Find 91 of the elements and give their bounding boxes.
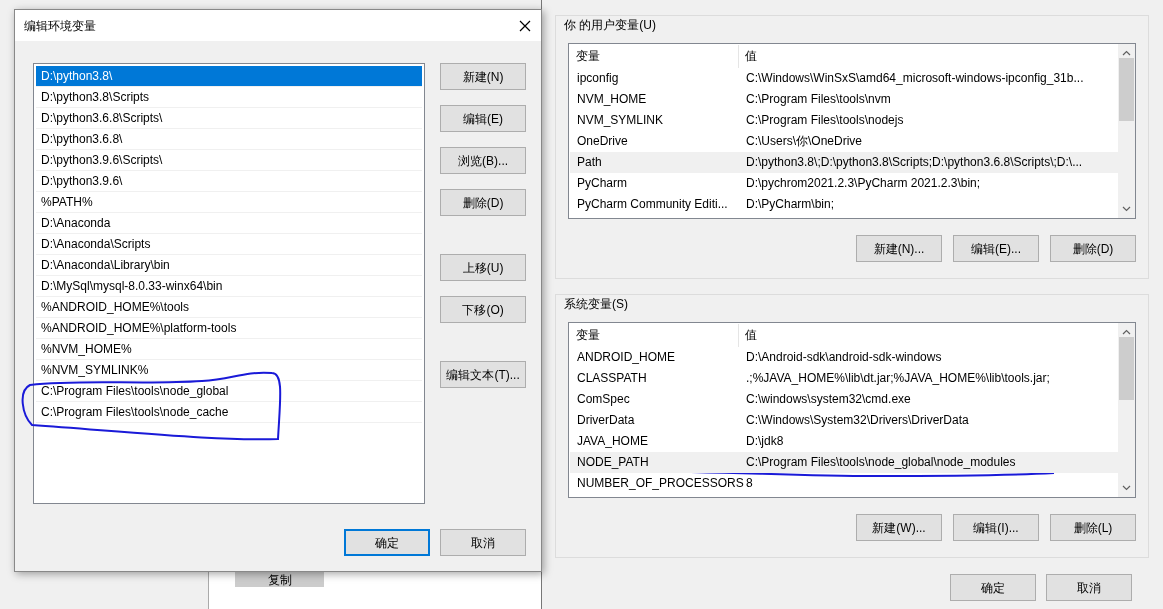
table-cell-text: D:\python3.8\;D:\python3.8\Scripts;D:\python3.6.8\Scripts\;D:\... xyxy=(745,154,1083,171)
list-item[interactable]: %ANDROID_HOME%\platform-tools xyxy=(36,318,423,339)
table-row[interactable]: OneDrive C:\Users\你\OneDrive xyxy=(570,131,1118,152)
list-item[interactable]: %PATH% xyxy=(36,192,423,213)
table-cell-text: C:\Windows\System32\Drivers\DriverData xyxy=(745,412,969,429)
table-cell-text: D:\Android-sdk\android-sdk-windows xyxy=(745,349,942,366)
table-cell-text: NODE_PATH xyxy=(576,454,650,471)
scroll-thumb[interactable] xyxy=(1119,58,1134,121)
table-cell-text: ComSpec xyxy=(576,391,631,408)
table-cell-text: CLASSPATH xyxy=(576,370,648,387)
group-label: 系统变量(S) xyxy=(562,295,630,313)
table-row[interactable]: NVM_SYMLINK C:\Program Files\tools\nodejs xyxy=(570,110,1118,131)
window-title: 编辑环境变量 xyxy=(24,17,96,35)
list-item[interactable]: D:\python3.8\Scripts xyxy=(36,87,423,108)
list-item[interactable]: D:\python3.9.6\Scripts\ xyxy=(36,150,423,171)
column-header[interactable]: 变量 xyxy=(570,324,739,347)
list-item[interactable]: D:\python3.8\ xyxy=(36,66,423,87)
table-cell-text: C:\Program Files\tools\nodejs xyxy=(745,112,904,129)
list-item[interactable]: D:\Anaconda\Scripts xyxy=(36,234,423,255)
list-item[interactable]: D:\python3.6.8\Scripts\ xyxy=(36,108,423,129)
scroll-thumb[interactable] xyxy=(1119,337,1134,400)
table-cell-text: ipconfig xyxy=(576,70,620,87)
table-cell-text: C:\Windows\WinSxS\amd64_microsoft-windows-ipconfig_31b... xyxy=(745,70,1084,87)
scrollbar[interactable] xyxy=(1118,44,1135,218)
table-cell-text: OneDrive xyxy=(576,133,629,150)
action-button[interactable]: 浏览(B)... xyxy=(440,147,526,174)
column-header[interactable]: 值 xyxy=(739,45,757,68)
table-row[interactable]: NUMBER_OF_PROCESSORS 8 xyxy=(570,473,1118,494)
list-item[interactable]: D:\python3.6.8\ xyxy=(36,129,423,150)
table-cell-text: 8 xyxy=(745,475,753,492)
action-button[interactable]: 删除(D) xyxy=(440,189,526,216)
table-cell-text: C:\windows\system32\cmd.exe xyxy=(745,391,911,408)
list-item[interactable]: C:\Program Files\tools\node_cache xyxy=(36,402,423,423)
table-row[interactable]: PyCharm Community Editi... D:\PyCharm\bin; xyxy=(570,194,1118,215)
scrollbar[interactable] xyxy=(1118,323,1135,497)
list-item[interactable]: D:\MySql\mysql-8.0.33-winx64\bin xyxy=(36,276,423,297)
action-button[interactable]: 编辑文本(T)... xyxy=(440,361,526,388)
table-row[interactable]: PyCharm D:\pychrom2021.2.3\PyCharm 2021.2.3\bin; xyxy=(570,173,1118,194)
list-item[interactable]: D:\Anaconda xyxy=(36,213,423,234)
table-row[interactable]: JAVA_HOME D:\jdk8 xyxy=(570,431,1118,452)
close-icon[interactable] xyxy=(519,19,531,32)
list-item[interactable]: %NVM_HOME% xyxy=(36,339,423,360)
table-cell-text: PyCharm xyxy=(576,175,628,192)
column-header[interactable]: 值 xyxy=(739,324,757,347)
table-row[interactable]: NODE_PATH C:\Program Files\tools\node_global\node_modules xyxy=(570,452,1118,473)
list-item[interactable]: D:\Anaconda\Library\bin xyxy=(36,255,423,276)
table-cell-text: D:\jdk8 xyxy=(745,433,784,450)
scroll-down-icon xyxy=(1122,206,1131,212)
column-header[interactable]: 变量 xyxy=(570,45,739,68)
table-cell-text: NVM_HOME xyxy=(576,91,648,108)
dialog-button[interactable]: 确定 xyxy=(950,574,1036,601)
table-cell-text: C:\Users\你\OneDrive xyxy=(745,133,863,150)
dialog-button[interactable]: 确定 xyxy=(344,529,430,556)
scroll-up-icon xyxy=(1122,329,1131,335)
table-cell-text: D:\pychrom2021.2.3\PyCharm 2021.2.3\bin; xyxy=(745,175,981,192)
action-button[interactable]: 新建(W)... xyxy=(856,514,942,541)
table-cell-text: ANDROID_HOME xyxy=(576,349,676,366)
action-button[interactable]: 新建(N) xyxy=(440,63,526,90)
action-button[interactable]: 新建(N)... xyxy=(856,235,942,262)
table-cell-text: JAVA_HOME xyxy=(576,433,649,450)
list-item[interactable]: D:\python3.9.6\ xyxy=(36,171,423,192)
table-row[interactable]: ipconfig C:\Windows\WinSxS\amd64_microsoft-windows-ipconfig_31b... xyxy=(570,68,1118,89)
list-item[interactable]: C:\Program Files\tools\node_global xyxy=(36,381,423,402)
action-button[interactable]: 编辑(I)... xyxy=(953,514,1039,541)
dialog-button[interactable]: 取消 xyxy=(1046,574,1132,601)
list-item[interactable]: %NVM_SYMLINK% xyxy=(36,360,423,381)
table-row[interactable]: Path D:\python3.8\;D:\python3.8\Scripts;D:\python3.6.8\Scripts\;D:\... xyxy=(570,152,1118,173)
table-cell-text: PyCharm Community Editi... xyxy=(576,196,729,213)
table-cell-text: C:\Program Files\tools\nvm xyxy=(745,91,891,108)
action-button[interactable]: 上移(U) xyxy=(440,254,526,281)
action-button[interactable]: 删除(D) xyxy=(1050,235,1136,262)
table-row[interactable]: ANDROID_HOME D:\Android-sdk\android-sdk-windows xyxy=(570,347,1118,368)
table-row[interactable]: CLASSPATH .;%JAVA_HOME%\lib\dt.jar;%JAVA_HOME%\lib\tools.jar; xyxy=(570,368,1118,389)
table-cell-text: DriverData xyxy=(576,412,636,429)
table-row[interactable]: ComSpec C:\windows\system32\cmd.exe xyxy=(570,389,1118,410)
action-button[interactable]: 编辑(E)... xyxy=(953,235,1039,262)
dialog-button[interactable]: 取消 xyxy=(440,529,526,556)
scroll-up-icon xyxy=(1122,50,1131,56)
table-row[interactable]: DriverData C:\Windows\System32\Drivers\DriverData xyxy=(570,410,1118,431)
action-button[interactable]: 编辑(E) xyxy=(440,105,526,132)
action-button[interactable]: 删除(L) xyxy=(1050,514,1136,541)
action-button[interactable]: 下移(O) xyxy=(440,296,526,323)
table-cell-text: Path xyxy=(576,154,603,171)
list-item[interactable]: %ANDROID_HOME%\tools xyxy=(36,297,423,318)
table-row[interactable]: NVM_HOME C:\Program Files\tools\nvm xyxy=(570,89,1118,110)
table-cell-text: .;%JAVA_HOME%\lib\dt.jar;%JAVA_HOME%\lib\tools.jar; xyxy=(745,370,1050,387)
table-cell-text: NVM_SYMLINK xyxy=(576,112,665,129)
table-cell-text: C:\Program Files\tools\node_global\node_modules xyxy=(745,454,1016,471)
scroll-down-icon xyxy=(1122,485,1131,491)
table-cell-text: D:\PyCharm\bin; xyxy=(745,196,835,213)
group-label: 你 的用户变量(U) xyxy=(562,16,658,34)
